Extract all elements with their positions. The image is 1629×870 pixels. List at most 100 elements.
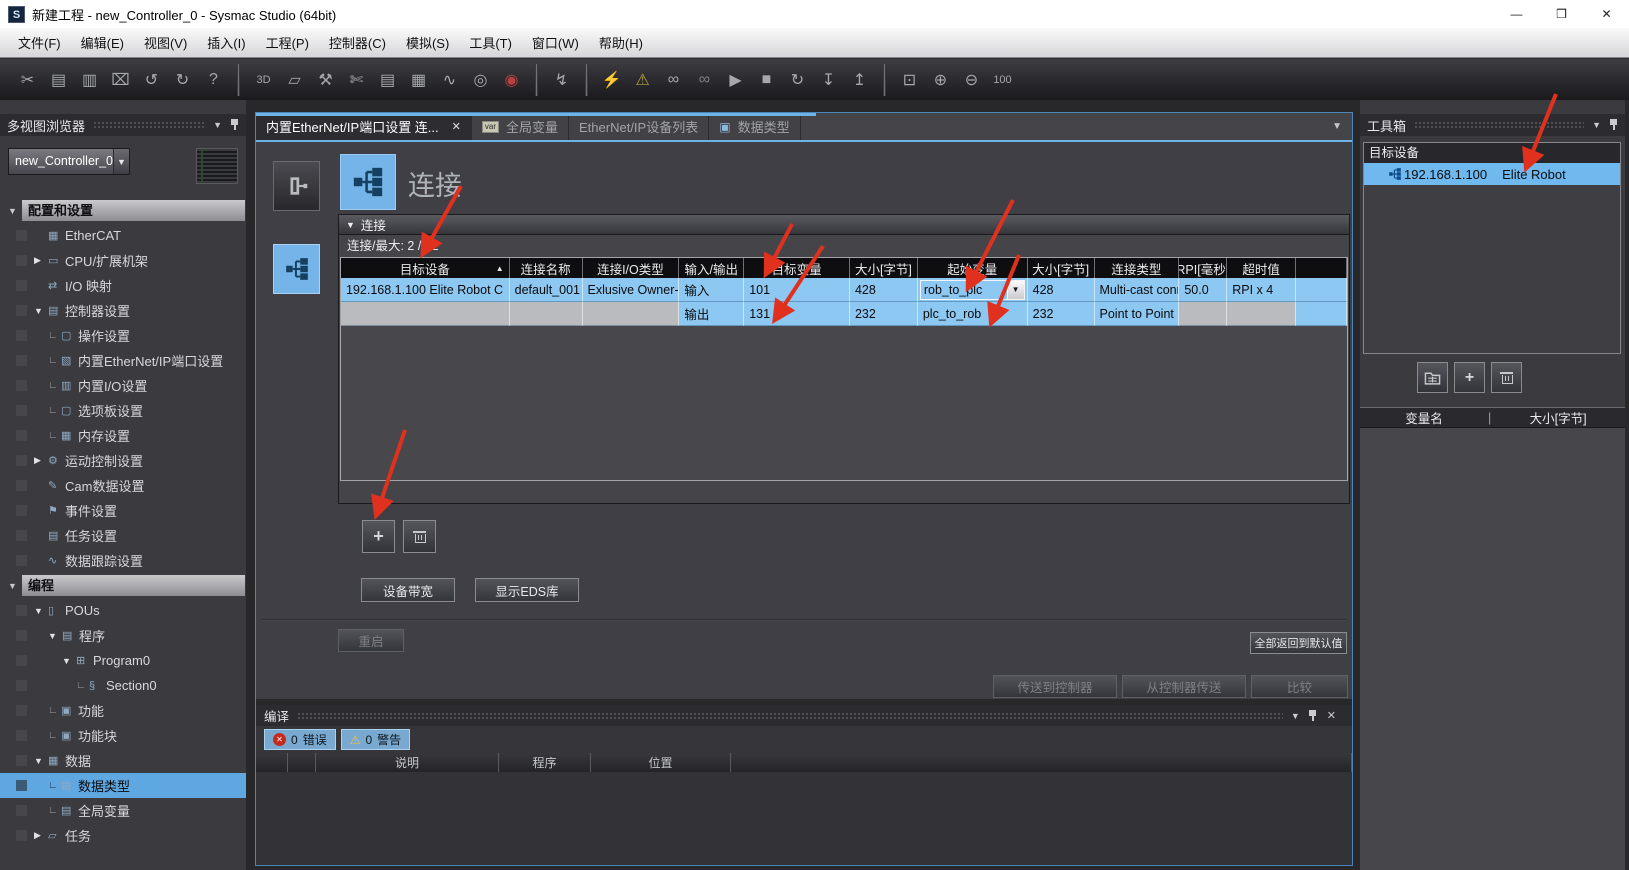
tab-ethernet-ip-port-settings[interactable]: 内置EtherNet/IP端口设置 连...✕	[256, 113, 472, 140]
sidebar-item-task-settings[interactable]: ▤任务设置	[0, 523, 246, 548]
transfer-from-controller-icon[interactable]: ↥	[846, 66, 873, 94]
zoom-100-icon[interactable]: 100	[989, 66, 1016, 94]
sidebar-item-functions[interactable]: ∟▣功能	[0, 698, 246, 723]
table-cell[interactable]	[1296, 302, 1347, 326]
undo-icon[interactable]: ↺	[138, 66, 165, 94]
expander-icon[interactable]: ▼	[34, 306, 48, 316]
edit-online-icon[interactable]: ↯	[548, 66, 575, 94]
table-cell[interactable]	[583, 302, 680, 326]
pin-icon[interactable]	[1609, 119, 1618, 131]
warning-count-badge[interactable]: ⚠ 0 警告	[341, 729, 410, 750]
table-cell[interactable]: Point to Point c	[1095, 302, 1180, 326]
troubleshoot-icon[interactable]: ◉	[498, 66, 525, 94]
column-header-size-bytes-1[interactable]: 大小[字节]	[850, 258, 918, 278]
table-cell[interactable]	[510, 302, 583, 326]
compare-button[interactable]: 比较	[1251, 675, 1348, 698]
expander-icon[interactable]: ▶	[34, 255, 48, 266]
watch-table-icon[interactable]: ▤	[374, 66, 401, 94]
sidebar-item-data-types[interactable]: ∟▤数据类型	[0, 773, 246, 798]
pin-icon[interactable]	[1308, 710, 1317, 722]
build-icon[interactable]: ⚡	[598, 66, 625, 94]
tab-global-variables[interactable]: var全局变量	[472, 113, 569, 140]
maximize-button[interactable]: ❒	[1539, 0, 1584, 28]
sidebar-item-controller-settings[interactable]: ▼▤控制器设置	[0, 298, 246, 323]
sidebar-item-event-settings[interactable]: ⚑事件设置	[0, 498, 246, 523]
originator-variable-combobox[interactable]: rob_to_plc▼	[920, 280, 1025, 300]
rebuild-icon[interactable]: ⚠	[629, 66, 656, 94]
table-cell[interactable]: 428	[850, 278, 918, 302]
synchronize-icon[interactable]: ↻	[784, 66, 811, 94]
column-header-connection-name[interactable]: 连接名称	[510, 258, 583, 278]
io-map-table-icon[interactable]: ▦	[405, 66, 432, 94]
delete-icon[interactable]: ⌧	[107, 66, 134, 94]
sidebar-item-cam-data-settings[interactable]: ✎Cam数据设置	[0, 473, 246, 498]
paste-icon[interactable]: ▥	[76, 66, 103, 94]
table-cell[interactable]: 50.0	[1179, 278, 1227, 302]
chevron-down-icon[interactable]: ▼	[1291, 711, 1300, 721]
target-device-item[interactable]: 192.168.1.100 Elite Robot	[1364, 163, 1620, 185]
table-cell[interactable]: 232	[1028, 302, 1095, 326]
chevron-down-icon[interactable]: ▼	[1592, 120, 1601, 130]
menu-file[interactable]: 文件(F)	[8, 29, 71, 56]
tools-icon[interactable]: ⚒	[312, 66, 339, 94]
delete-connection-button[interactable]	[403, 520, 436, 553]
column-header-spare[interactable]	[1296, 258, 1347, 278]
restart-button[interactable]: 重启	[338, 629, 404, 652]
column-header-originator-variable[interactable]: 起始变量	[918, 258, 1028, 278]
tab-overflow-icon[interactable]: ▼	[1332, 121, 1342, 132]
sidebar-item-builtin-io-settings[interactable]: ∟▥内置I/O设置	[0, 373, 246, 398]
column-header-connection-type[interactable]: 连接类型	[1095, 258, 1180, 278]
minimize-button[interactable]: —	[1494, 0, 1539, 28]
menu-window[interactable]: 窗口(W)	[522, 29, 589, 56]
copy-icon[interactable]: ▤	[45, 66, 72, 94]
sidebar-item-pous[interactable]: ▼▯POUs	[0, 598, 246, 623]
run-simulation-icon[interactable]: ▶	[722, 66, 749, 94]
table-cell[interactable]: RPI x 4	[1227, 278, 1296, 302]
menu-controller[interactable]: 控制器(C)	[319, 29, 396, 56]
expander-icon[interactable]: ▼	[34, 756, 48, 766]
connection-view-button[interactable]	[273, 244, 320, 294]
expander-icon[interactable]: ▼	[48, 631, 62, 641]
table-cell[interactable]	[1179, 302, 1227, 326]
sidebar-item-cpu-rack[interactable]: ▶▭CPU/扩展机架	[0, 248, 246, 273]
column-header-size-bytes-2[interactable]: 大小[字节]	[1028, 258, 1095, 278]
controller-select[interactable]: new_Controller_0 ▼	[8, 148, 130, 175]
table-cell[interactable]	[1227, 302, 1296, 326]
sidebar-item-program0[interactable]: ▼⊞Program0	[0, 648, 246, 673]
column-header-target-variable[interactable]: 目标变量	[744, 258, 850, 278]
zoom-in-icon[interactable]: ⊕	[927, 66, 954, 94]
combobox-arrow-icon[interactable]: ▼	[1007, 281, 1024, 299]
data-trace-icon[interactable]: ∿	[436, 66, 463, 94]
sidebar-item-ethercat[interactable]: ▦EtherCAT	[0, 223, 246, 248]
search-icon[interactable]: ◎	[467, 66, 494, 94]
sidebar-item-operation-settings[interactable]: ∟▢操作设置	[0, 323, 246, 348]
column-header-target-device[interactable]: 目标设备▲	[341, 258, 510, 278]
monitor-icon[interactable]: ∞	[660, 66, 687, 94]
table-cell[interactable]: plc_to_rob	[918, 302, 1028, 326]
column-header-connection-io-type[interactable]: 连接I/O类型	[583, 258, 680, 278]
sidebar-item-section0[interactable]: ∟§Section0	[0, 673, 246, 698]
column-header-rpi-ms[interactable]: RPI[毫秒]	[1179, 258, 1227, 278]
close-icon[interactable]: ✕	[452, 120, 461, 133]
close-button[interactable]: ✕	[1584, 0, 1629, 28]
transfer-to-controller-button[interactable]: 传送到控制器	[993, 675, 1117, 698]
sidebar-item-function-blocks[interactable]: ∟▣功能块	[0, 723, 246, 748]
column-header-input-output[interactable]: 输入/输出	[679, 258, 744, 278]
table-cell[interactable]: 131	[744, 302, 850, 326]
split-icon[interactable]: ✄	[343, 66, 370, 94]
sidebar-item-builtin-ethernet-ip-port-settings[interactable]: ∟▧内置EtherNet/IP端口设置	[0, 348, 246, 373]
device-bandwidth-button[interactable]: 设备带宽	[361, 578, 455, 602]
table-cell[interactable]: Multi-cast conn	[1095, 278, 1180, 302]
menu-help[interactable]: 帮助(H)	[589, 29, 653, 56]
sidebar-item-io-map[interactable]: ⇄I/O 映射	[0, 273, 246, 298]
sidebar-item-data[interactable]: ▼▦数据	[0, 748, 246, 773]
new-window-icon[interactable]: ▱	[281, 66, 308, 94]
menu-view[interactable]: 视图(V)	[134, 29, 197, 56]
table-cell[interactable]: 输入	[679, 278, 744, 302]
stop-monitor-icon[interactable]: ∞	[691, 66, 718, 94]
sidebar-item-data-trace-settings[interactable]: ∿数据跟踪设置	[0, 548, 246, 573]
menu-insert[interactable]: 插入(I)	[197, 29, 255, 56]
sidebar-item-programs[interactable]: ▼▤程序	[0, 623, 246, 648]
table-cell[interactable]: Exlusive Owner-	[583, 278, 680, 302]
tab-ethernet-ip-device-list[interactable]: EtherNet/IP设备列表	[569, 113, 709, 140]
